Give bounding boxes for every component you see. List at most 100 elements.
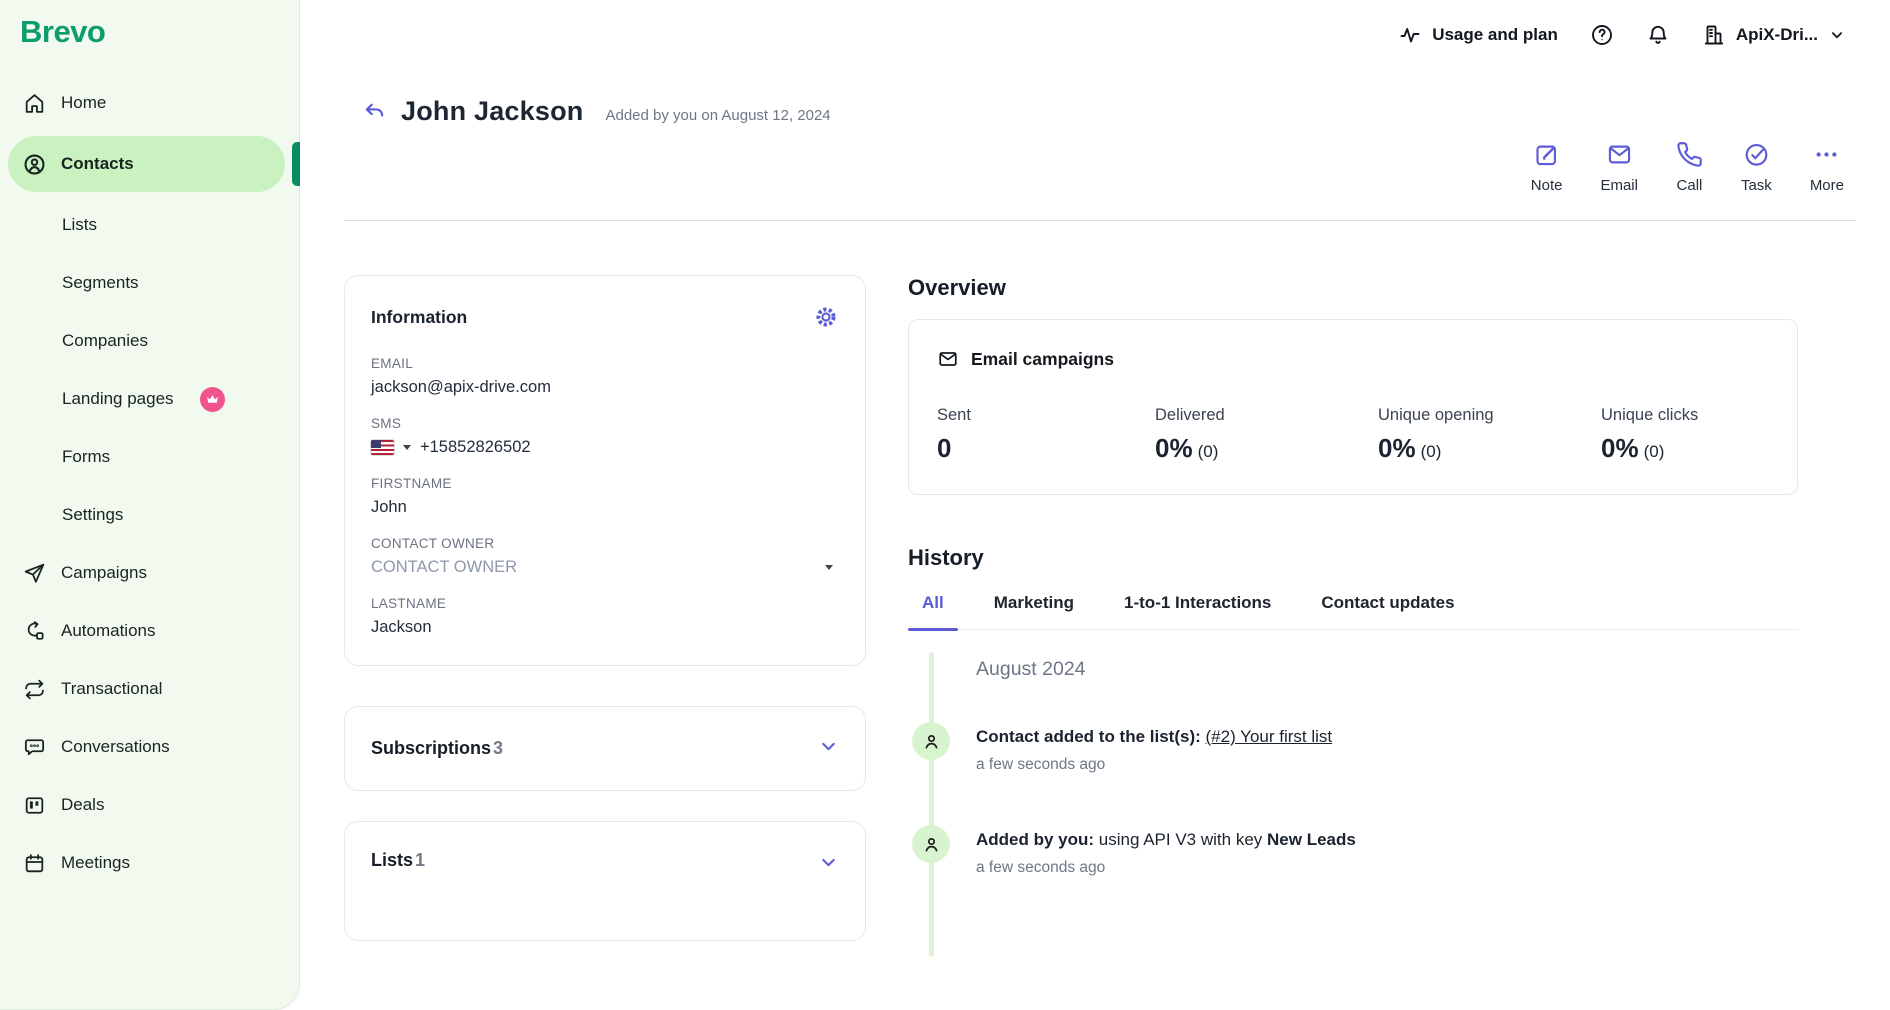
task-button[interactable]: Task bbox=[1741, 141, 1772, 194]
stat-sent: Sent 0 bbox=[937, 406, 1155, 464]
help-button[interactable] bbox=[1590, 23, 1614, 47]
chevron-down-icon[interactable] bbox=[818, 736, 839, 762]
gear-icon bbox=[813, 304, 839, 330]
tab-1-to-1-interactions[interactable]: 1-to-1 Interactions bbox=[1110, 593, 1285, 629]
sidebar-item-landing-pages[interactable]: Landing pages bbox=[0, 370, 299, 428]
sidebar-item-label: Home bbox=[61, 93, 106, 113]
help-icon bbox=[1590, 23, 1614, 47]
sidebar-item-contacts[interactable]: Contacts bbox=[8, 136, 285, 192]
note-icon bbox=[1533, 141, 1560, 168]
email-field-value[interactable]: jackson@apix-drive.com bbox=[371, 378, 839, 397]
person-icon bbox=[912, 825, 950, 863]
sidebar-item-deals[interactable]: Deals bbox=[0, 776, 299, 834]
email-field: EMAIL jackson@apix-drive.com bbox=[371, 356, 839, 397]
sidebar-item-label: Automations bbox=[61, 621, 156, 641]
notifications-button[interactable] bbox=[1646, 23, 1670, 47]
sidebar-item-home[interactable]: Home bbox=[0, 74, 299, 132]
history-tabs: All Marketing 1-to-1 Interactions Contac… bbox=[908, 593, 1798, 630]
event-list-link[interactable]: (#2) Your first list bbox=[1206, 727, 1333, 746]
lists-title: Lists bbox=[371, 850, 413, 870]
sidebar-item-campaigns[interactable]: Campaigns bbox=[0, 544, 299, 602]
lastname-field-value[interactable]: Jackson bbox=[371, 618, 839, 637]
firstname-field-value[interactable]: John bbox=[371, 498, 839, 517]
contacts-icon bbox=[22, 152, 47, 177]
sidebar-item-meetings[interactable]: Meetings bbox=[0, 834, 299, 892]
sidebar-item-transactional[interactable]: Transactional bbox=[0, 660, 299, 718]
pulse-icon bbox=[1398, 23, 1422, 47]
account-switcher[interactable]: ApiX-Dri... bbox=[1702, 23, 1846, 47]
sidebar-item-settings[interactable]: Settings bbox=[0, 486, 299, 544]
tab-all[interactable]: All bbox=[908, 593, 958, 629]
event-title: Contact added to the list(s): (#2) Your … bbox=[976, 727, 1798, 747]
sidebar-item-forms[interactable]: Forms bbox=[0, 428, 299, 486]
stat-unique-opening: Unique opening 0%(0) bbox=[1378, 406, 1601, 464]
timeline-event: Added by you: using API V3 with key New … bbox=[908, 830, 1798, 877]
sms-field-label: SMS bbox=[371, 416, 839, 431]
history-section: History All Marketing 1-to-1 Interaction… bbox=[908, 545, 1798, 877]
lastname-field: LASTNAME Jackson bbox=[371, 596, 839, 637]
information-title: Information bbox=[371, 307, 467, 328]
sidebar-item-segments[interactable]: Segments bbox=[0, 254, 299, 312]
lists-card[interactable]: Lists1 bbox=[344, 821, 866, 941]
email-label: Email bbox=[1600, 177, 1638, 194]
firstname-field: FIRSTNAME John bbox=[371, 476, 839, 517]
sidebar-nav: Home Contacts Lists Segments Companies L… bbox=[0, 74, 299, 892]
settings-gear-button[interactable] bbox=[813, 304, 839, 330]
sms-field: SMS +15852826502 bbox=[371, 416, 839, 457]
brevo-logo: Brevo bbox=[20, 14, 299, 50]
email-button[interactable]: Email bbox=[1600, 141, 1638, 194]
tab-contact-updates[interactable]: Contact updates bbox=[1307, 593, 1468, 629]
premium-crown-icon bbox=[200, 387, 225, 412]
email-campaigns-title: Email campaigns bbox=[971, 349, 1114, 370]
timeline-event: Contact added to the list(s): (#2) Your … bbox=[908, 727, 1798, 774]
page-subtitle: Added by you on August 12, 2024 bbox=[605, 107, 830, 124]
chevron-down-icon bbox=[1828, 26, 1846, 44]
contact-owner-placeholder: CONTACT OWNER bbox=[371, 558, 517, 577]
sms-field-value[interactable]: +15852826502 bbox=[420, 438, 531, 457]
contact-owner-select[interactable]: CONTACT OWNER bbox=[371, 558, 839, 577]
lastname-field-label: LASTNAME bbox=[371, 596, 839, 611]
contact-details-column: Information EMAIL jackson@apix-drive.com… bbox=[344, 275, 866, 941]
us-flag-icon[interactable] bbox=[371, 440, 394, 455]
sidebar-item-automations[interactable]: Automations bbox=[0, 602, 299, 660]
person-icon bbox=[912, 722, 950, 760]
paper-plane-icon bbox=[22, 561, 47, 586]
phone-icon bbox=[1676, 141, 1703, 168]
usage-and-plan-label: Usage and plan bbox=[1432, 25, 1558, 45]
app-window: Brevo Home Contacts Lists Segments bbox=[0, 0, 1890, 1010]
more-button[interactable]: More bbox=[1810, 141, 1844, 194]
page-head: John Jackson Added by you on August 12, … bbox=[300, 70, 1890, 127]
call-button[interactable]: Call bbox=[1676, 141, 1703, 194]
sidebar-item-label: Meetings bbox=[61, 853, 130, 873]
back-button[interactable] bbox=[362, 99, 387, 124]
building-icon bbox=[1702, 23, 1726, 47]
sidebar-item-label: Companies bbox=[62, 331, 148, 351]
home-icon bbox=[22, 91, 47, 116]
note-button[interactable]: Note bbox=[1531, 141, 1563, 194]
main-content: Usage and plan ApiX-Dri... John Jackson … bbox=[300, 0, 1890, 1010]
stat-delivered: Delivered 0%(0) bbox=[1155, 406, 1378, 464]
sidebar-item-companies[interactable]: Companies bbox=[0, 312, 299, 370]
sidebar-item-conversations[interactable]: Conversations bbox=[0, 718, 299, 776]
sidebar-item-label: Conversations bbox=[61, 737, 170, 757]
firstname-field-label: FIRSTNAME bbox=[371, 476, 839, 491]
select-caret-icon bbox=[825, 565, 833, 570]
account-label: ApiX-Dri... bbox=[1736, 25, 1818, 45]
tab-marketing[interactable]: Marketing bbox=[980, 593, 1088, 629]
stat-unique-clicks: Unique clicks 0%(0) bbox=[1601, 406, 1769, 464]
chevron-down-icon[interactable] bbox=[818, 852, 839, 878]
sidebar-item-lists[interactable]: Lists bbox=[0, 196, 299, 254]
campaign-stats: Sent 0 Delivered 0%(0) Unique opening 0%… bbox=[937, 406, 1769, 464]
sidebar-item-label: Campaigns bbox=[61, 563, 147, 583]
kanban-icon bbox=[22, 793, 47, 818]
automation-icon bbox=[22, 619, 47, 644]
chat-bubble-icon bbox=[22, 735, 47, 760]
subscriptions-card[interactable]: Subscriptions3 bbox=[344, 706, 866, 791]
usage-and-plan-button[interactable]: Usage and plan bbox=[1398, 23, 1558, 47]
sidebar-item-label: Deals bbox=[61, 795, 104, 815]
page-title: John Jackson bbox=[401, 96, 583, 127]
email-field-label: EMAIL bbox=[371, 356, 839, 371]
history-title: History bbox=[908, 545, 1798, 571]
flag-caret-icon[interactable] bbox=[403, 445, 411, 450]
envelope-icon bbox=[937, 348, 959, 370]
